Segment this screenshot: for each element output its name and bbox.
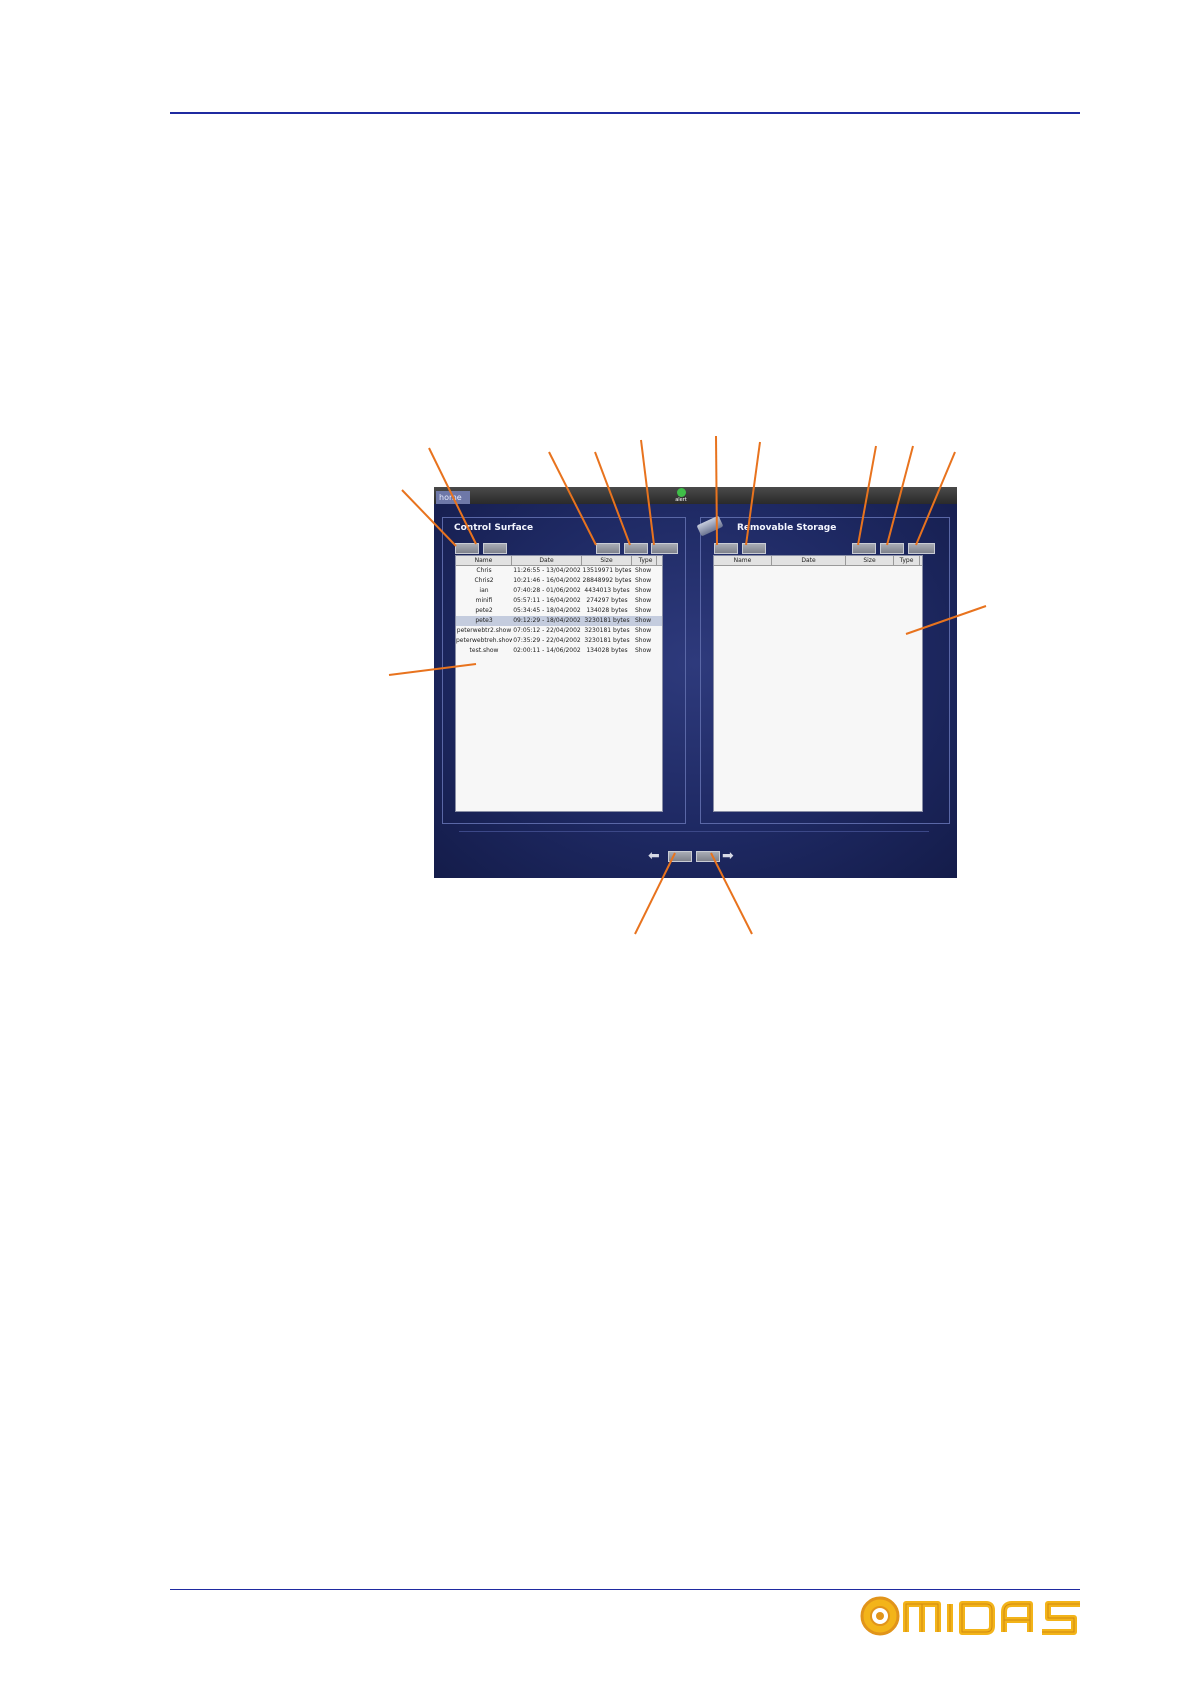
callout-line	[634, 852, 676, 935]
callout-line	[857, 445, 877, 546]
callout-line	[886, 445, 914, 546]
midas-logo	[860, 1596, 1080, 1636]
callout-line	[548, 451, 597, 546]
callout-line	[915, 451, 956, 546]
callout-line	[428, 447, 477, 545]
callout-line	[905, 605, 987, 635]
callout-line	[640, 439, 655, 546]
callout-line	[745, 441, 761, 546]
callout-line	[388, 663, 477, 676]
callout-line	[401, 489, 457, 547]
callout-line	[715, 435, 718, 546]
footer-rule	[170, 1589, 1080, 1590]
callout-lines	[388, 435, 987, 935]
callout-line	[594, 451, 631, 546]
callout-line	[710, 852, 753, 935]
